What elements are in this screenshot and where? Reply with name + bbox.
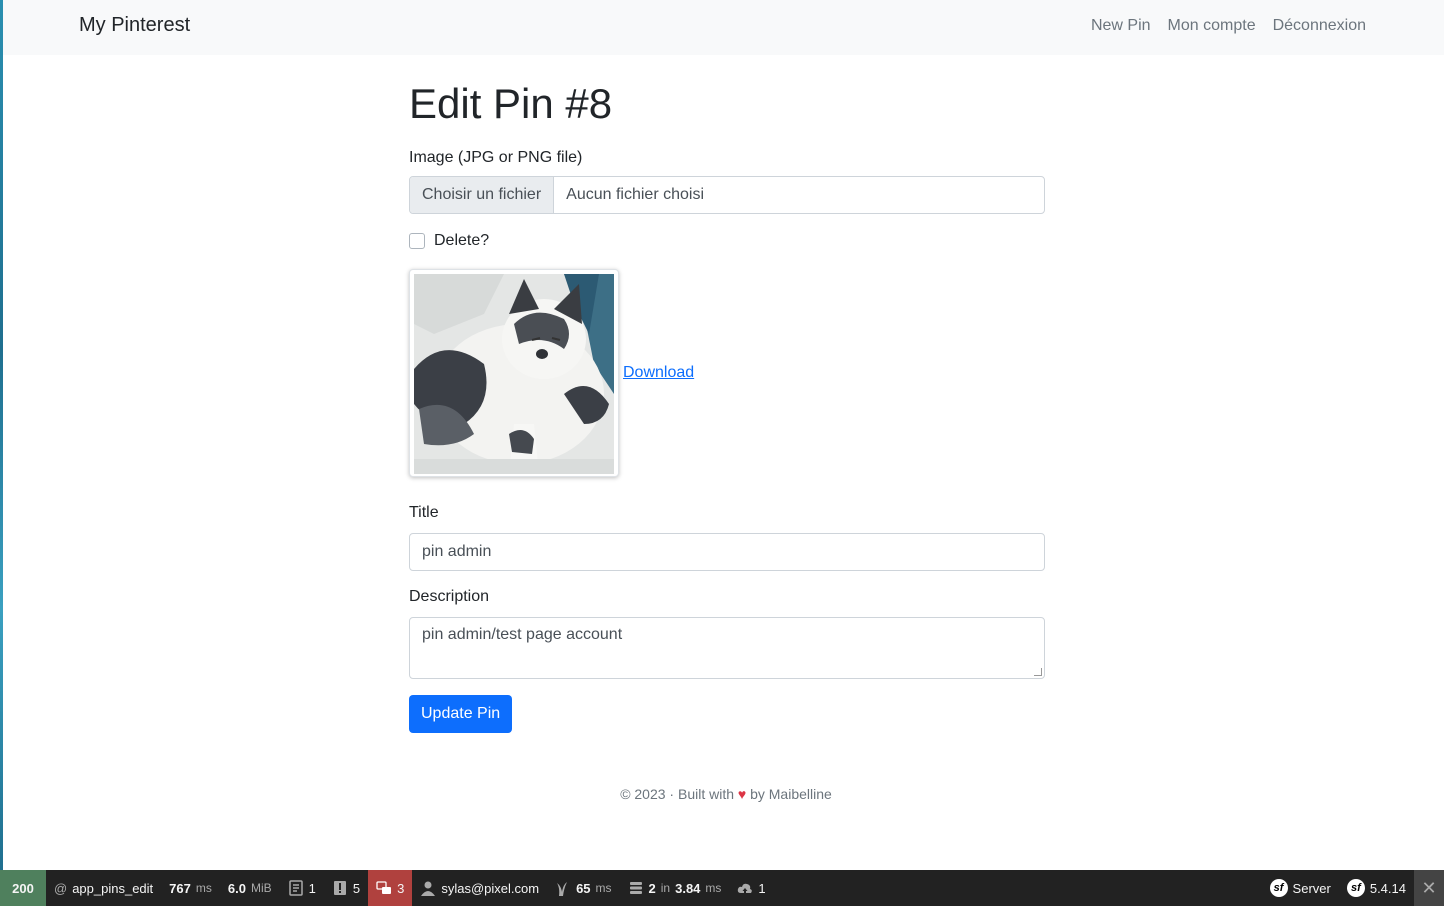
page-title: Edit Pin #8 [409,80,613,127]
twig-value: 65 [576,880,591,896]
footer-suffix: by Maibelline [750,786,832,802]
toolbar-server[interactable]: sf Server [1262,870,1339,906]
server-label: Server [1292,880,1331,896]
window-edge [0,0,3,870]
twig-unit: ms [595,881,612,895]
memory-value: 6.0 [227,880,246,896]
pin-image-thumbnail[interactable] [409,269,619,478]
download-link[interactable]: Download [623,364,694,382]
title-label: Title [409,504,439,522]
db-time: 3.84 [675,880,701,896]
twig-icon [557,882,568,896]
description-textarea[interactable]: pin admin/test page account [409,617,1045,680]
description-text: pin admin/test page account [422,626,623,644]
description-label: Description [409,588,490,606]
navbar: My Pinterest New Pin Mon compte Déconnex… [3,0,1444,55]
db-queries: 2 [648,880,656,896]
toolbar-user[interactable]: sylas@pixel.com [412,870,547,906]
form-icon [288,880,303,896]
image-label: Image (JPG or PNG file) [409,149,583,167]
forms-count: 1 [308,880,316,896]
symfony-version: 5.4.14 [1369,880,1406,896]
brand-link[interactable]: My Pinterest [79,14,190,37]
symfony-logo-icon: sf [1269,879,1288,897]
symfony-debug-toolbar: 200 @ app_pins_edit 767 ms 6.0 MiB 1 5 3… [0,870,1444,906]
user-icon [421,881,436,896]
cat-photo [414,274,614,475]
nav-new-pin[interactable]: New Pin [1091,17,1151,35]
toolbar-forms[interactable]: 1 [280,870,324,906]
toolbar-memory[interactable]: 6.0 MiB [220,870,280,906]
toolbar-version[interactable]: sf 5.4.14 [1339,870,1414,906]
cloud-upload-icon [738,883,753,894]
footer-prefix: © 2023 · Built with [620,786,734,802]
memory-unit: MiB [250,881,272,895]
delete-checkbox[interactable] [409,233,425,250]
toolbar-http-client[interactable]: 1 [729,870,773,906]
toolbar-route[interactable]: @ app_pins_edit [46,870,161,906]
nav-links: New Pin Mon compte Déconnexion [1091,17,1366,35]
delete-row: Delete? [409,232,1045,250]
toolbar-right: sf Server sf 5.4.14 ✕ [1262,870,1444,906]
choose-file-button[interactable]: Choisir un fichier [410,177,555,214]
title-input[interactable]: pin admin [409,533,1045,572]
file-name-display: Aucun fichier choisi [566,186,704,204]
toolbar-status[interactable]: 200 [0,870,46,906]
toolbar-time[interactable]: 767 ms [161,870,220,906]
time-value: 767 [169,880,191,896]
nav-account[interactable]: Mon compte [1168,17,1256,35]
toolbar-database[interactable]: 2 in 3.84 ms [620,870,730,906]
translation-icon [376,881,392,894]
db-in: in [660,881,671,895]
symfony-version-icon: sf [1346,879,1365,897]
resize-handle-icon[interactable] [1034,668,1042,677]
route-at-sign: @ [54,880,68,896]
logs-count: 5 [352,880,361,896]
toolbar-translations[interactable]: 3 [368,870,413,906]
route-name: app_pins_edit [72,880,154,896]
db-unit: ms [705,881,722,895]
footer: © 2023 · Built with ♥ by Maibelline [0,786,1444,802]
image-file-input[interactable]: Choisir un fichier Aucun fichier choisi [409,176,1045,215]
user-email: sylas@pixel.com [441,880,540,896]
nav-logout[interactable]: Déconnexion [1273,17,1366,35]
database-icon [629,882,642,894]
update-pin-button[interactable]: Update Pin [409,695,513,734]
main-content: Edit Pin #8 Image (JPG or PNG file) Choi… [409,55,1045,734]
http-count: 1 [758,880,766,896]
delete-label[interactable]: Delete? [434,232,489,250]
heart-icon: ♥ [737,786,747,802]
logs-warning-icon [333,881,346,895]
image-preview-row: Download [409,269,1045,478]
translations-count: 3 [397,880,405,896]
toolbar-close-icon[interactable]: ✕ [1414,870,1444,906]
toolbar-twig[interactable]: 65 ms [547,870,619,906]
time-unit: ms [195,881,212,895]
toolbar-logs[interactable]: 5 [324,870,368,906]
